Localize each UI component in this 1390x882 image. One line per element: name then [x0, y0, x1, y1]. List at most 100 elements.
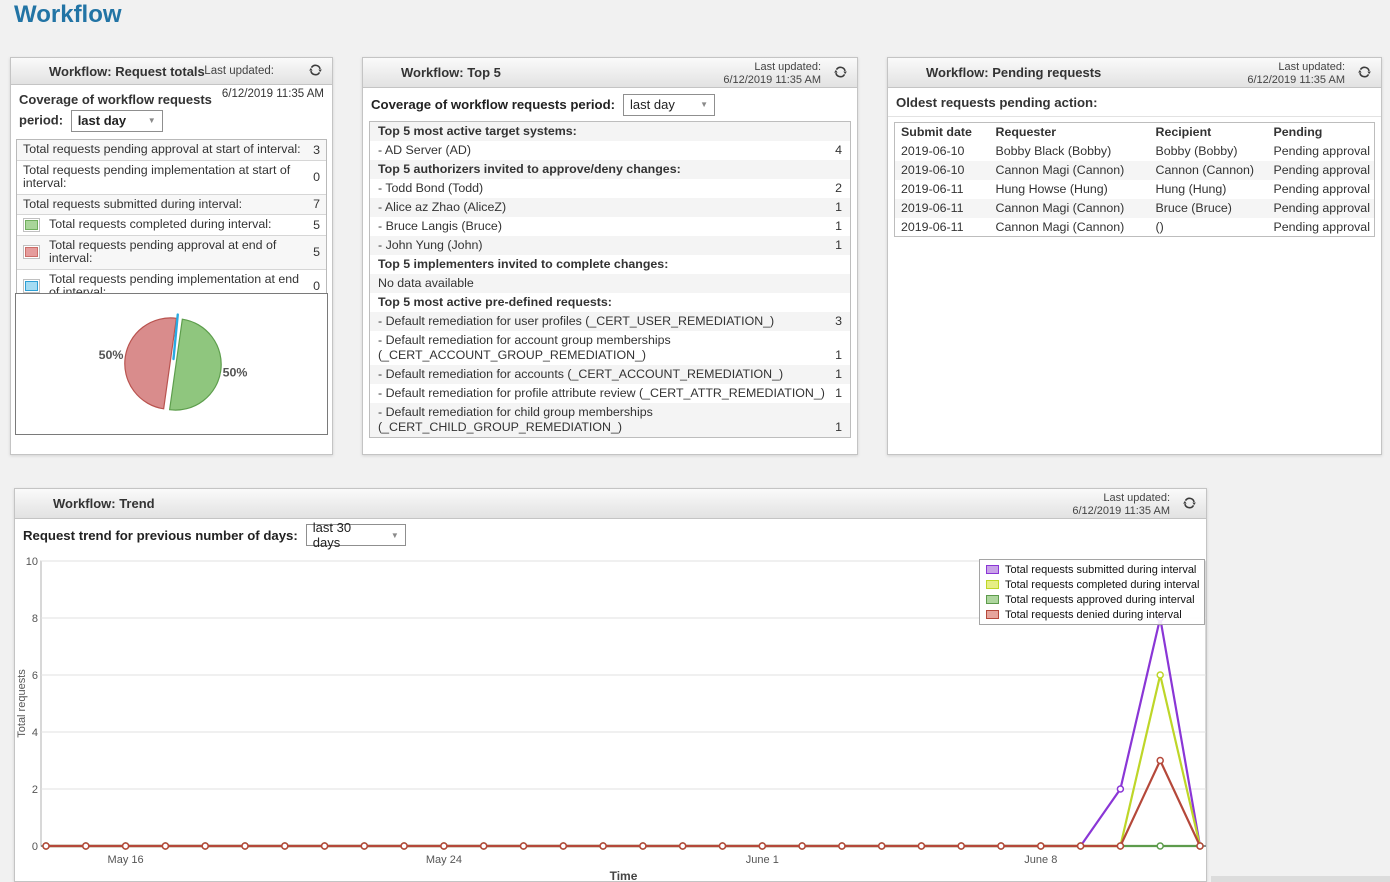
stat-row: Total requests submitted during interval… [17, 195, 326, 216]
table-cell: Pending approval [1268, 161, 1375, 180]
table-cell: Cannon Magi (Cannon) [990, 199, 1150, 218]
last-updated-timestamp: 6/12/2019 11:35 AM [1247, 74, 1345, 87]
item-label: Top 5 implementers invited to complete c… [378, 257, 842, 272]
top5-list-item: - Default remediation for account group … [370, 331, 850, 365]
refresh-icon [1182, 495, 1197, 510]
panel-request-totals: Workflow: Request totals Last updated: 6… [10, 57, 333, 455]
table-row: 2019-06-11Cannon Magi (Cannon)Bruce (Bru… [895, 199, 1375, 218]
item-count: 1 [835, 386, 842, 401]
stat-label: Total requests pending implementation at… [23, 162, 307, 193]
top5-list: Top 5 most active target systems: - AD Se… [369, 121, 851, 438]
table-cell: Pending approval [1268, 142, 1375, 161]
table-cell: 2019-06-10 [895, 142, 990, 161]
stat-row: Total requests pending approval at end o… [17, 236, 326, 270]
legend-entry: Total requests approved during interval [984, 592, 1200, 607]
chevron-down-icon: ▼ [148, 111, 156, 131]
trend-legend: Total requests submitted during interval… [979, 559, 1205, 625]
panel-top5-header: Workflow: Top 5 Last updated: 6/12/2019 … [363, 58, 857, 88]
last-updated: Last updated: 6/12/2019 11:35 AM [1247, 61, 1345, 86]
last-updated-label: Last updated: [1072, 492, 1170, 505]
table-cell: Bobby Black (Bobby) [990, 142, 1150, 161]
horizontal-scrollbar[interactable] [1211, 876, 1390, 882]
legend-swatch-icon [986, 565, 999, 574]
top5-section-header: Top 5 most active target systems: [370, 122, 850, 141]
item-label: - Default remediation for profile attrib… [378, 386, 835, 401]
legend-entry: Total requests submitted during interval [984, 562, 1200, 577]
svg-text:50%: 50% [99, 348, 124, 362]
last-updated-label: Last updated: [204, 58, 274, 84]
top5-list-item: - John Yung (John)1 [370, 236, 850, 255]
top5-list-item: No data available [370, 274, 850, 293]
period-label: Coverage of workflow requests period: la… [19, 90, 251, 132]
trend-days-select[interactable]: last 30 days ▼ [306, 524, 406, 546]
item-label: - AD Server (AD) [378, 143, 835, 158]
chevron-down-icon: ▼ [391, 531, 399, 540]
table-cell: Cannon (Cannon) [1150, 161, 1268, 180]
item-label: - Alice az Zhao (AliceZ) [378, 200, 835, 215]
top5-list-item: - Default remediation for profile attrib… [370, 384, 850, 403]
legend-label: Total requests submitted during interval [1005, 564, 1196, 576]
top5-controls: Coverage of workflow requests period: la… [363, 88, 857, 121]
top5-list-item: - Todd Bond (Todd)2 [370, 179, 850, 198]
top5-section-header: Top 5 implementers invited to complete c… [370, 255, 850, 274]
refresh-button[interactable] [831, 63, 850, 82]
pending-table-wrap: Submit dateRequesterRecipientPending 201… [894, 122, 1375, 237]
stat-value: 5 [313, 245, 320, 259]
period-label: Coverage of workflow requests period: [371, 97, 615, 112]
top5-list-item: - Default remediation for child group me… [370, 403, 850, 437]
stat-value: 3 [313, 143, 320, 157]
svg-text:Total requests: Total requests [16, 669, 28, 738]
item-label: - Default remediation for accounts (_CER… [378, 367, 835, 382]
item-label: Top 5 most active target systems: [378, 124, 842, 139]
period-select[interactable]: last day ▼ [71, 110, 163, 132]
column-header: Recipient [1150, 123, 1268, 142]
svg-text:6: 6 [32, 670, 38, 682]
stat-label: Total requests submitted during interval… [23, 196, 307, 214]
refresh-button[interactable] [306, 62, 325, 81]
item-label: Top 5 authorizers invited to approve/den… [378, 162, 842, 177]
panel-pending-requests: Workflow: Pending requests Last updated:… [887, 57, 1382, 455]
last-updated-timestamp: 6/12/2019 11:35 AM [1072, 505, 1170, 518]
blue-swatch-icon [23, 279, 40, 293]
request-totals-controls: 6/12/2019 11:35 AM Coverage of workflow … [11, 85, 332, 137]
item-label: - John Yung (John) [378, 238, 835, 253]
svg-text:50%: 50% [223, 366, 248, 380]
item-label: - Bruce Langis (Bruce) [378, 219, 835, 234]
table-cell: 2019-06-11 [895, 218, 990, 237]
legend-swatch-icon [986, 580, 999, 589]
legend-swatch-icon [986, 595, 999, 604]
svg-text:10: 10 [26, 556, 38, 568]
top5-list-item: - Default remediation for accounts (_CER… [370, 365, 850, 384]
top5-list-item: - Default remediation for user profiles … [370, 312, 850, 331]
refresh-button[interactable] [1180, 494, 1199, 513]
item-label: No data available [378, 276, 842, 291]
table-cell: 2019-06-11 [895, 180, 990, 199]
stat-label: Total requests completed during interval… [49, 216, 307, 234]
top5-list-item: - AD Server (AD)4 [370, 141, 850, 160]
legend-label: Total requests approved during interval [1005, 594, 1195, 606]
stat-row: Total requests completed during interval… [17, 215, 326, 236]
last-updated-label: Last updated: [1247, 61, 1345, 74]
table-cell: Bruce (Bruce) [1150, 199, 1268, 218]
item-label: - Default remediation for user profiles … [378, 314, 835, 329]
red-swatch-icon [23, 245, 40, 259]
svg-text:May 16: May 16 [108, 854, 144, 866]
table-cell: 2019-06-10 [895, 161, 990, 180]
table-row: 2019-06-10Cannon Magi (Cannon)Cannon (Ca… [895, 161, 1375, 180]
table-row: 2019-06-11Cannon Magi (Cannon)()Pending … [895, 218, 1375, 237]
item-count: 3 [835, 314, 842, 329]
last-updated: Last updated: 6/12/2019 11:35 AM [1072, 492, 1170, 517]
table-cell: Hung (Hung) [1150, 180, 1268, 199]
svg-text:Time: Time [610, 869, 638, 882]
table-cell: Hung Howse (Hung) [990, 180, 1150, 199]
stat-row: Total requests pending implementation at… [17, 161, 326, 195]
svg-text:4: 4 [32, 727, 38, 739]
item-count: 1 [835, 348, 842, 363]
period-select[interactable]: last day ▼ [623, 94, 715, 116]
top5-list-item: - Alice az Zhao (AliceZ)1 [370, 198, 850, 217]
period-label: Request trend for previous number of day… [23, 528, 298, 543]
stat-row: Total requests pending approval at start… [17, 140, 326, 161]
stat-value: 7 [313, 197, 320, 211]
refresh-button[interactable] [1355, 63, 1374, 82]
pending-heading: Oldest requests pending action: [888, 88, 1381, 117]
